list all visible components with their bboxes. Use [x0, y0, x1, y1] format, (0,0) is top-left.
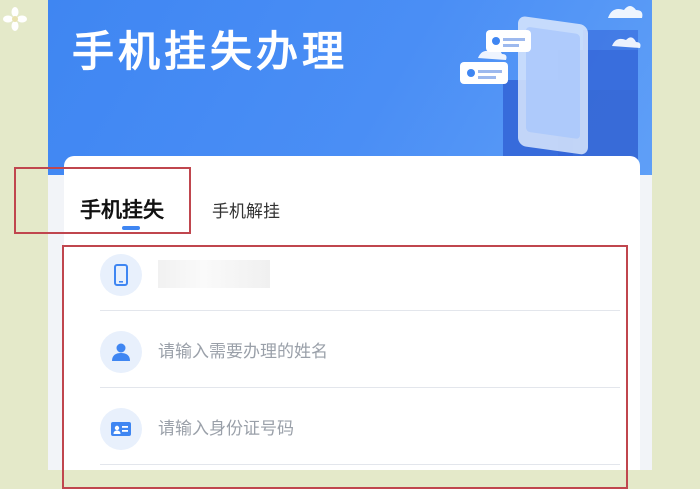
page-title: 手机挂失办理	[72, 27, 349, 76]
highlight-box-form	[62, 245, 628, 489]
tab-unlock[interactable]: 手机解挂	[212, 197, 280, 222]
flower-decoration	[3, 7, 27, 31]
phone-illustration	[460, 6, 643, 170]
highlight-box-tab	[14, 167, 191, 234]
banner: 手机挂失办理	[48, 0, 652, 175]
